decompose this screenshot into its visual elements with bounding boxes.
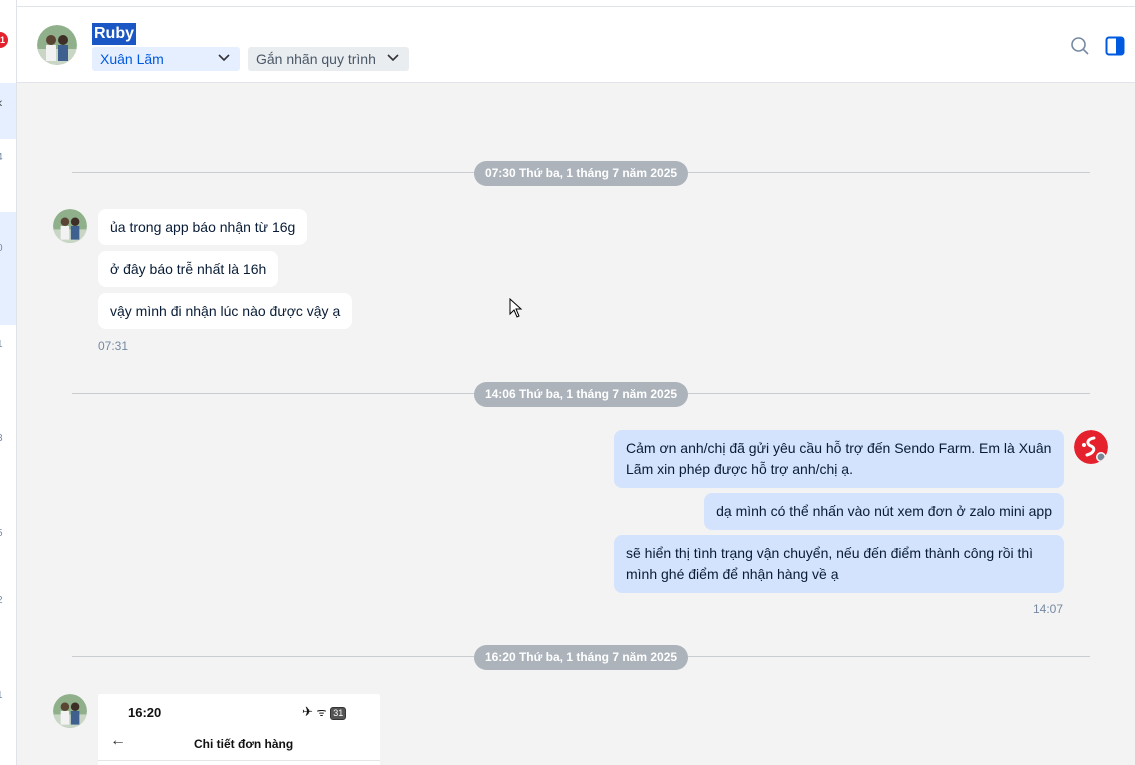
outgoing-message[interactable]: sẽ hiển thị tình trạng vận chuyển, nếu đ… [614,535,1064,593]
chevron-down-icon [218,54,230,62]
date-label: 14:06 Thứ ba, 1 tháng 7 năm 2025 [474,382,688,407]
screenshot-title: Chi tiết đơn hàng [194,737,294,751]
message-time: 07:31 [98,339,129,353]
list-item-selected[interactable] [0,212,16,325]
contact-name: Ruby [92,23,136,45]
agent-avatar[interactable] [1074,430,1108,464]
list-item-count: 4 [0,152,3,163]
message-text-line: mình ghé điểm để nhận hàng về ạ [626,566,839,582]
assignee-label: Xuân Lãm [100,51,164,67]
date-label: 07:30 Thứ ba, 1 tháng 7 năm 2025 [474,161,688,186]
process-tag-dropdown[interactable]: Gắn nhãn quy trình [248,47,409,71]
collapse-icon[interactable]: ‹ [0,94,3,110]
airplane-icon: ✈ [302,704,313,719]
back-arrow-icon: ← [110,732,126,749]
sender-avatar[interactable] [53,694,87,728]
chevron-down-icon [387,54,399,62]
list-item-count: 5 [0,528,3,539]
image-message[interactable]: 16:20 ✈ ᯤ 31 ← Chi tiết đơn hàng [98,694,380,765]
date-label: 16:20 Thứ ba, 1 tháng 7 năm 2025 [474,645,688,670]
contact-avatar[interactable] [37,25,77,65]
chat-header: Ruby Xuân Lãm Gắn nhãn quy trình [17,6,1135,83]
conversation-list-strip: 1 ‹ 4 0 1 3 5 2 1 [0,0,17,765]
wifi-icon: ᯤ [316,707,327,719]
process-tag-label: Gắn nhãn quy trình [256,51,376,67]
incoming-message[interactable]: vậy mình đi nhận lúc nào được vậy ạ [98,293,353,329]
search-icon[interactable] [1070,36,1090,56]
unread-badge: 1 [0,32,8,48]
outgoing-message[interactable]: Cảm ơn anh/chị đã gửi yêu cầu hỗ trợ đến… [614,430,1064,488]
message-text-line: Cảm ơn anh/chị đã gửi yêu cầu hỗ trợ đến… [626,440,1052,456]
battery-icon: 31 [330,707,347,720]
message-time: 14:07 [1033,602,1064,616]
screenshot-status-time: 16:20 [128,705,162,720]
date-separator: 14:06 Thứ ba, 1 tháng 7 năm 2025 [72,382,1090,407]
incoming-message[interactable]: ủa trong app báo nhận từ 16g [98,209,308,245]
mouse-cursor [509,298,523,318]
sender-avatar[interactable] [53,209,87,243]
date-separator: 16:20 Thứ ba, 1 tháng 7 năm 2025 [72,645,1090,670]
list-item-count: 0 [0,243,3,254]
side-panel-icon[interactable] [1105,36,1125,56]
incoming-message[interactable]: ở đây báo trễ nhất là 16h [98,251,279,287]
message-list[interactable]: 07:30 Thứ ba, 1 tháng 7 năm 2025 ủa tron… [17,83,1135,765]
assignee-dropdown[interactable]: Xuân Lãm [92,47,240,71]
list-item-active-top[interactable] [0,83,16,139]
screenshot-status-icons: ✈ ᯤ 31 [302,704,347,720]
list-item-count: 1 [0,339,3,350]
message-text-line: Lãm xin phép được hỗ trợ anh/chị ạ. [626,461,853,477]
date-separator: 07:30 Thứ ba, 1 tháng 7 năm 2025 [72,161,1090,186]
message-text-line: sẽ hiển thị tình trạng vận chuyển, nếu đ… [626,545,1034,561]
list-item-count: 3 [0,433,3,444]
list-item-count: 2 [0,595,3,606]
outgoing-message[interactable]: dạ mình có thể nhấn vào nút xem đơn ở za… [704,493,1064,530]
list-item-count: 1 [0,690,3,701]
